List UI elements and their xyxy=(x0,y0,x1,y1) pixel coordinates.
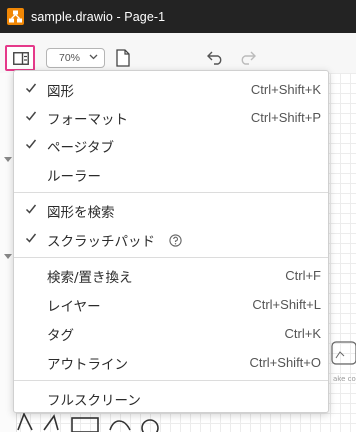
menu-item-shortcut: Ctrl+Shift+L xyxy=(252,297,321,312)
toolbar: 70% xyxy=(0,33,356,73)
format-panel-icon xyxy=(13,52,29,65)
menu-item-label: ルーラー xyxy=(47,169,101,185)
menu-item-label: タグ xyxy=(47,328,74,344)
canvas-shape[interactable] xyxy=(326,328,356,373)
menu-item-label: フルスクリーン xyxy=(47,393,141,409)
menu-item-label: フォーマット xyxy=(47,112,128,128)
menu-item-label: レイヤー xyxy=(47,299,101,315)
menu-item-format[interactable]: フォーマット Ctrl+Shift+P xyxy=(14,103,328,131)
menu-item-label: 図形を検索 xyxy=(47,205,115,221)
window-title: sample.drawio - Page-1 xyxy=(31,9,166,24)
zoom-value: 70% xyxy=(59,52,81,64)
menu-item-tags[interactable]: タグ Ctrl+K xyxy=(14,319,328,347)
collapse-arrow-icon[interactable] xyxy=(4,157,12,162)
drawio-logo-icon xyxy=(7,8,24,25)
redo-icon[interactable] xyxy=(238,51,256,65)
format-panel-toggle-button[interactable] xyxy=(5,45,35,71)
check-icon xyxy=(25,83,37,93)
check-icon xyxy=(25,139,37,149)
help-icon[interactable] xyxy=(169,234,182,247)
menu-item-shortcut: Ctrl+Shift+O xyxy=(249,355,321,370)
menu-item-shortcut: Ctrl+K xyxy=(284,326,321,341)
shape-thumbnails[interactable] xyxy=(14,410,164,432)
menu-item-label: アウトライン xyxy=(47,357,128,373)
menu-item-fullscreen[interactable]: フルスクリーン xyxy=(14,384,328,412)
canvas-caption: ake co xyxy=(333,375,356,383)
menu-item-scratchpad[interactable]: スクラッチパッド xyxy=(14,225,328,253)
menu-item-label: 図形 xyxy=(47,84,74,100)
chevron-down-icon xyxy=(89,54,98,60)
menu-item-label: 検索/置き換え xyxy=(47,270,133,286)
collapse-arrow-icon[interactable] xyxy=(4,254,12,259)
check-icon xyxy=(25,111,37,121)
check-icon xyxy=(25,233,37,243)
menu-item-find-replace[interactable]: 検索/置き換え Ctrl+F xyxy=(14,261,328,289)
menu-item-label: スクラッチパッド xyxy=(47,234,155,250)
menu-item-shortcut: Ctrl+Shift+P xyxy=(250,110,321,125)
menu-separator xyxy=(14,257,328,258)
menu-item-shortcut: Ctrl+Shift+K xyxy=(250,82,321,97)
menu-item-ruler[interactable]: ルーラー xyxy=(14,160,328,188)
undo-icon[interactable] xyxy=(207,51,225,65)
zoom-select[interactable]: 70% xyxy=(46,48,105,68)
menu-item-find-shapes[interactable]: 図形を検索 xyxy=(14,196,328,224)
menu-separator xyxy=(14,192,328,193)
menu-separator xyxy=(14,380,328,381)
menu-item-outline[interactable]: アウトライン Ctrl+Shift+O xyxy=(14,348,328,376)
menu-item-page-tabs[interactable]: ページタブ xyxy=(14,131,328,159)
page-icon[interactable] xyxy=(116,49,130,67)
menu-item-shapes[interactable]: 図形 Ctrl+Shift+K xyxy=(14,75,328,103)
menu-item-label: ページタブ xyxy=(47,140,114,156)
check-icon xyxy=(25,204,37,214)
menu-item-layers[interactable]: レイヤー Ctrl+Shift+L xyxy=(14,290,328,318)
title-bar: sample.drawio - Page-1 xyxy=(0,0,356,33)
menu-item-shortcut: Ctrl+F xyxy=(285,268,321,283)
view-panels-menu: 図形 Ctrl+Shift+K フォーマット Ctrl+Shift+P ページタ… xyxy=(13,70,329,413)
